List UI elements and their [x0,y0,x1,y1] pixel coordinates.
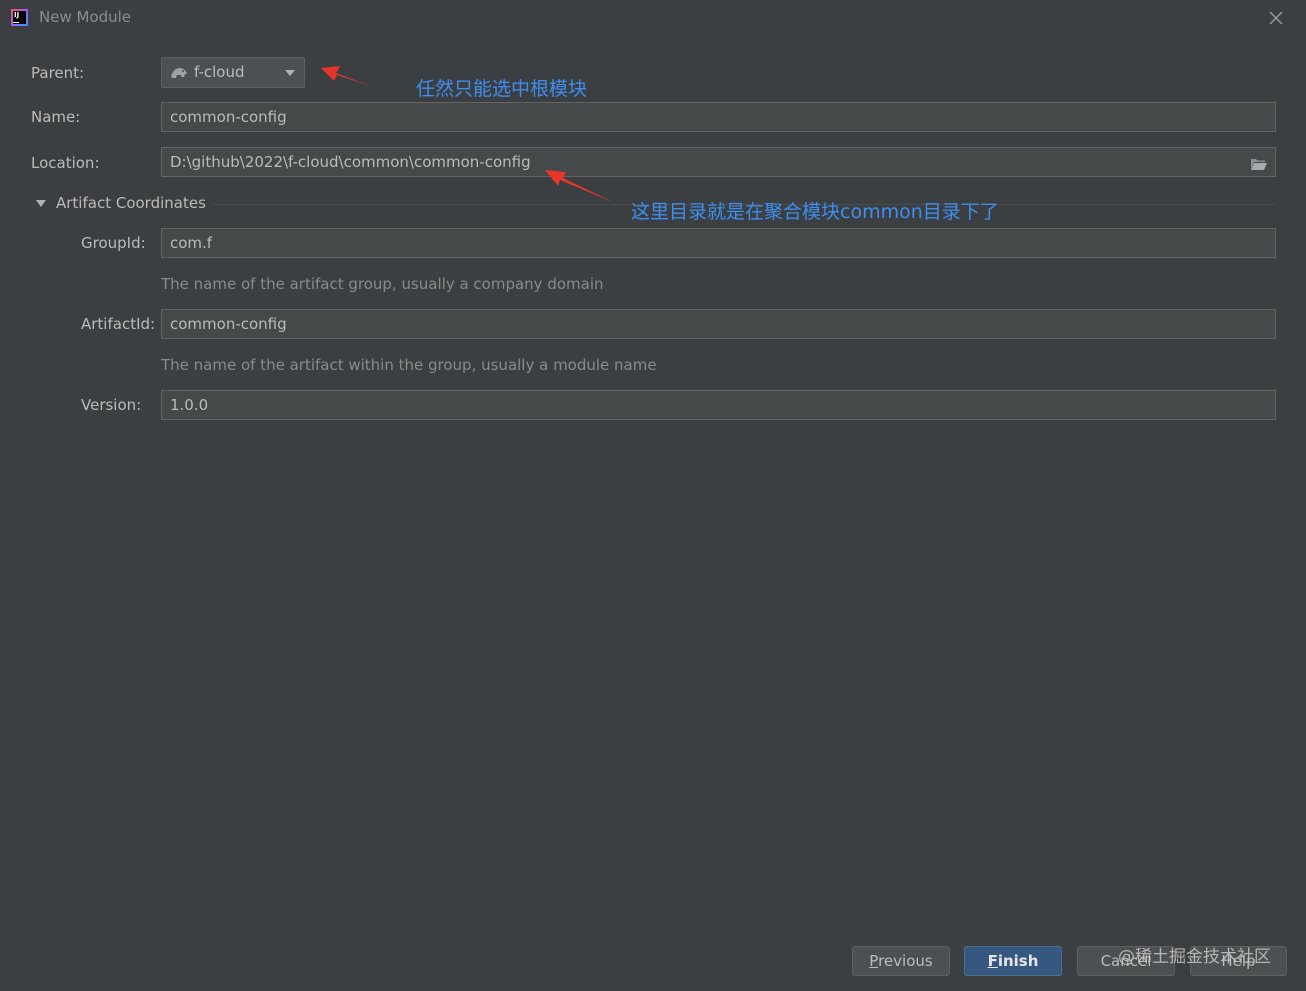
parent-arrow [321,66,370,86]
location-arrow [545,170,615,203]
watermark: @稀土掘金技术社区 [1118,947,1271,967]
annotation-arrows [321,66,615,203]
previous-button[interactable]: Previous [852,946,950,976]
finish-button[interactable]: Finish [964,946,1062,976]
